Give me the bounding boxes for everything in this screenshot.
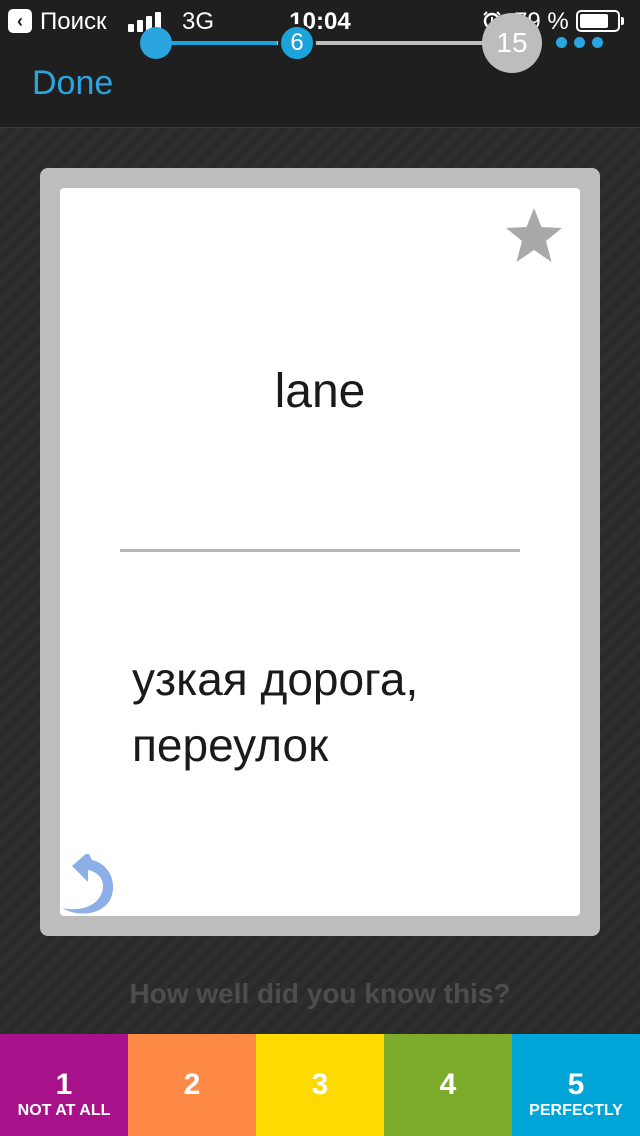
more-dots-icon[interactable]: [554, 30, 606, 56]
rating-button-4[interactable]: 4: [384, 1034, 512, 1136]
rating-label: NOT AT ALL: [17, 1102, 111, 1119]
rating-value: 3: [311, 1068, 329, 1101]
progress-total-dot[interactable]: 15: [482, 13, 542, 73]
rating-button-1[interactable]: 1 NOT AT ALL: [0, 1034, 128, 1136]
rating-value: 4: [439, 1068, 457, 1101]
flashcard[interactable]: [60, 188, 580, 916]
battery-level: [580, 14, 609, 28]
rating-value: 1: [55, 1068, 73, 1101]
rating-button-3[interactable]: 3: [256, 1034, 384, 1136]
star-icon[interactable]: [504, 206, 564, 264]
rating-label: PERFECTLY: [529, 1102, 623, 1119]
done-button[interactable]: Done: [32, 64, 113, 103]
progress-start-dot: [140, 27, 172, 59]
progress-current-dot[interactable]: 6: [278, 24, 316, 62]
battery-icon: [576, 10, 624, 32]
status-bar: ‹ Поиск 3G 10:04 79 %: [0, 0, 640, 42]
rating-button-5[interactable]: 5 PERFECTLY: [512, 1034, 640, 1136]
nav-bar: Done: [0, 42, 640, 128]
rating-prompt: How well did you know this?: [129, 978, 511, 1009]
card-divider: [120, 549, 520, 552]
card-term: lane: [274, 365, 366, 418]
rating-value: 2: [183, 1068, 201, 1101]
rating-bar: 1 NOT AT ALL 2 3 4 5 PERFECTLY: [0, 1034, 640, 1136]
flip-card-icon[interactable]: [58, 854, 122, 920]
progress-fill: [156, 41, 277, 45]
card-definition: узкая дорога, переулок: [132, 653, 419, 771]
rating-button-2[interactable]: 2: [128, 1034, 256, 1136]
rating-value: 5: [567, 1068, 585, 1101]
